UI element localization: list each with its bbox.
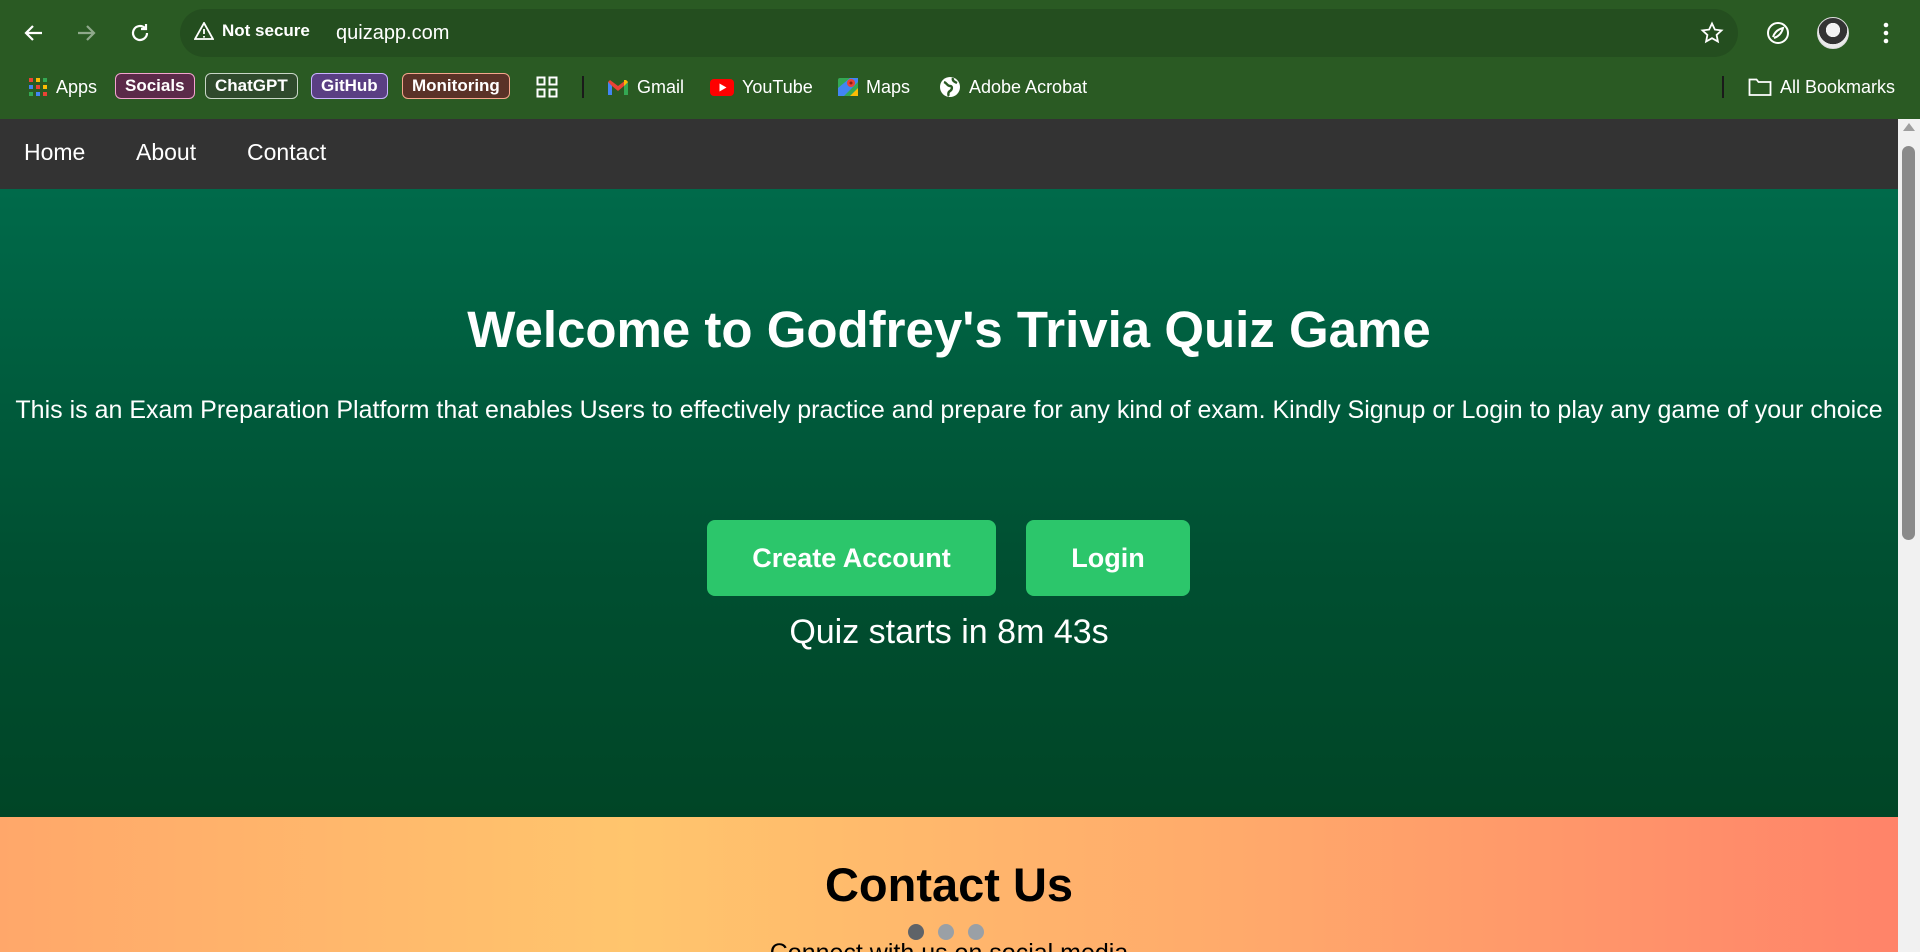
- star-icon: [1700, 21, 1724, 44]
- page-scrollbar[interactable]: [1898, 119, 1920, 952]
- bookmark-label: Monitoring: [412, 76, 500, 95]
- bookmark-label: YouTube: [742, 76, 813, 97]
- bookmark-label: GitHub: [321, 76, 378, 95]
- browser-toolbar: Not secure quizapp.com: [0, 0, 1920, 66]
- arrow-right-icon: [78, 25, 96, 41]
- bookmarks-bar: Apps Socials ChatGPT GitHub Monitoring G…: [0, 68, 1920, 108]
- browser-chrome: Not secure quizapp.com Apps Socials Chat…: [0, 0, 1920, 119]
- bookmark-label: ChatGPT: [215, 76, 288, 95]
- leaf-extension-icon: [1767, 22, 1789, 44]
- forward-button[interactable]: [66, 13, 106, 53]
- bookmark-star-button[interactable]: [1698, 19, 1726, 47]
- carousel-dot[interactable]: [968, 924, 984, 940]
- bookmark-label: Maps: [866, 76, 911, 97]
- bookmark-separator: [1722, 76, 1724, 98]
- maps-icon: [838, 78, 858, 96]
- bookmark-folder-chatgpt[interactable]: ChatGPT: [205, 73, 298, 99]
- apps-grid-icon: [29, 78, 47, 96]
- bookmark-label: Adobe Acrobat: [969, 76, 1088, 97]
- all-bookmarks-button[interactable]: All Bookmarks: [1748, 72, 1895, 102]
- reload-icon: [131, 24, 149, 42]
- grid-icon: [536, 76, 558, 98]
- login-button[interactable]: Login: [1026, 520, 1190, 596]
- bookmark-gmail[interactable]: Gmail: [607, 72, 684, 102]
- security-indicator[interactable]: Not secure: [194, 21, 310, 41]
- hero-section: Welcome to Godfrey's Trivia Quiz Game Th…: [0, 189, 1898, 817]
- bookmark-folder-github[interactable]: GitHub: [311, 73, 388, 99]
- contact-title: Contact Us: [824, 858, 1074, 911]
- hero-title: Welcome to Godfrey's Trivia Quiz Game: [467, 301, 1431, 358]
- extension-button[interactable]: [1758, 13, 1798, 53]
- bookmark-label: Gmail: [637, 76, 685, 97]
- globe-icon: [940, 77, 960, 97]
- carousel-dots: [908, 924, 984, 940]
- quiz-countdown: Quiz starts in 8m 43s: [789, 613, 1109, 651]
- contact-section: Contact Us Connect with us on social med…: [0, 817, 1898, 952]
- nav-link-contact[interactable]: Contact: [247, 139, 326, 166]
- gmail-icon: [608, 79, 628, 95]
- web-page: Home About Contact Welcome to Godfrey's …: [0, 119, 1898, 952]
- warning-icon: [194, 22, 214, 40]
- back-button[interactable]: [14, 13, 54, 53]
- tab-groups-button[interactable]: [536, 72, 558, 102]
- address-bar[interactable]: Not secure quizapp.com: [180, 9, 1738, 57]
- bookmark-label: All Bookmarks: [1780, 76, 1896, 97]
- nav-link-home[interactable]: Home: [24, 139, 85, 166]
- bookmark-youtube[interactable]: YouTube: [710, 72, 813, 102]
- url-text[interactable]: quizapp.com: [336, 22, 449, 45]
- bookmark-folder-socials[interactable]: Socials: [115, 73, 195, 99]
- folder-icon: [1748, 78, 1772, 96]
- scrollbar-thumb[interactable]: [1902, 146, 1915, 540]
- hero-description: This is an Exam Preparation Platform tha…: [15, 396, 1883, 424]
- site-navbar: Home About Contact: [0, 119, 1898, 189]
- bookmark-separator: [582, 76, 584, 98]
- nav-link-about[interactable]: About: [136, 139, 196, 166]
- arrow-left-icon: [24, 25, 42, 41]
- bookmark-folder-monitoring[interactable]: Monitoring: [402, 73, 510, 99]
- bookmark-apps[interactable]: Apps: [28, 72, 97, 102]
- youtube-icon: [710, 78, 734, 96]
- create-account-button[interactable]: Create Account: [707, 520, 996, 596]
- contact-subtitle: Connect with us on social media: [0, 939, 1898, 952]
- bookmark-label: Apps: [56, 76, 98, 97]
- carousel-dot[interactable]: [908, 924, 924, 940]
- security-label: Not secure: [222, 21, 310, 40]
- browser-menu-button[interactable]: [1866, 13, 1906, 53]
- scroll-up-arrow-icon[interactable]: [1903, 123, 1915, 131]
- bookmark-maps[interactable]: Maps: [838, 72, 910, 102]
- avatar: [1817, 17, 1849, 49]
- more-vertical-icon: [1883, 22, 1889, 44]
- carousel-dot[interactable]: [938, 924, 954, 940]
- bookmark-label: Socials: [125, 76, 185, 95]
- profile-button[interactable]: [1813, 13, 1853, 53]
- reload-button[interactable]: [120, 13, 160, 53]
- bookmark-adobe-acrobat[interactable]: Adobe Acrobat: [939, 72, 1087, 102]
